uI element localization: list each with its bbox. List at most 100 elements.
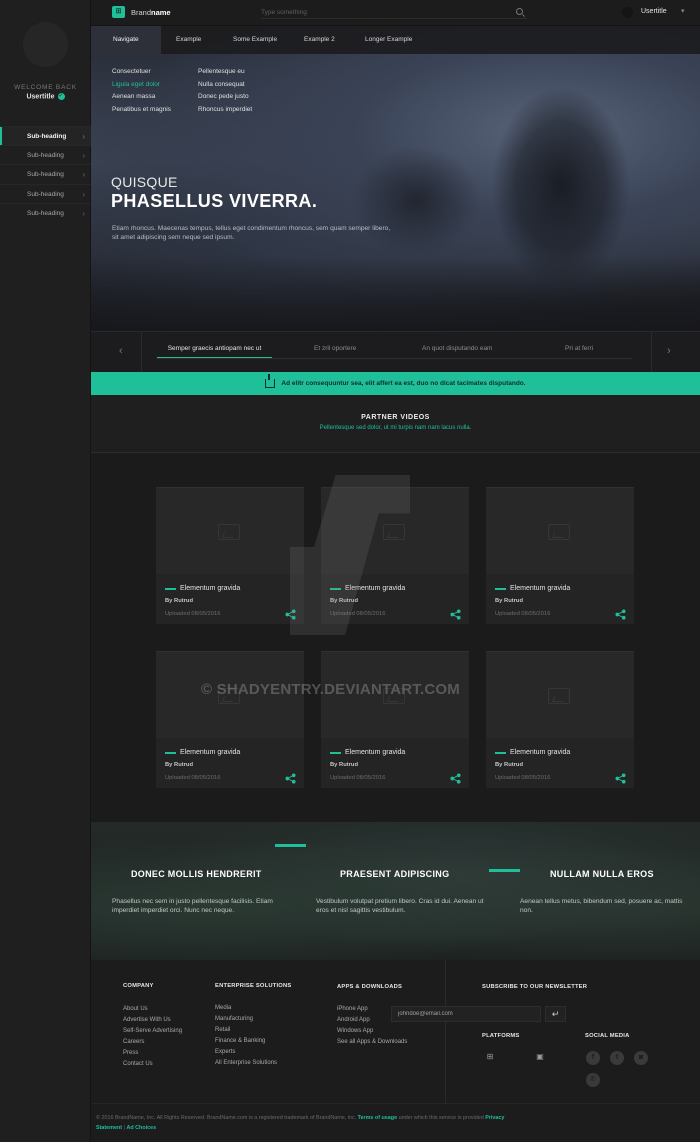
footer-link[interactable]: See all Apps & Downloads — [337, 1037, 407, 1048]
video-date: Uploaded 08/05/2016 — [165, 611, 221, 617]
twitter-icon[interactable]: t — [610, 1051, 624, 1065]
facebook-icon[interactable]: f — [586, 1051, 600, 1065]
apple-icon[interactable] — [509, 1051, 521, 1063]
dropdown-link[interactable]: Aenean massa — [112, 91, 171, 104]
slider-tab-3[interactable]: An quot disputando eam — [422, 345, 492, 358]
footer-link[interactable]: Retail — [215, 1025, 277, 1036]
brand-name[interactable]: Brandname — [131, 8, 171, 17]
chevron-left-icon[interactable]: ‹ — [119, 345, 123, 357]
footer-link[interactable]: Experts — [215, 1047, 277, 1058]
search-input[interactable] — [261, 7, 527, 19]
download-banner[interactable]: Ad elitr consequuntur sea, elit affert e… — [91, 372, 700, 395]
footer-link[interactable]: Careers — [123, 1037, 182, 1048]
footer-link[interactable]: Finance & Banking — [215, 1036, 277, 1047]
dropdown-link[interactable]: Nulla consequat — [198, 79, 252, 92]
footer-bottom-divider — [91, 1103, 700, 1104]
share-icon[interactable] — [450, 609, 461, 620]
video-card[interactable]: Elementum gravida By Rutrud Uploaded 08/… — [156, 487, 304, 624]
footer-link[interactable]: Advertise With Us — [123, 1015, 182, 1026]
feature-text: Vestibulum volutpat pretium libero. Cras… — [316, 898, 484, 914]
footer-link[interactable]: Manufacturing — [215, 1014, 277, 1025]
video-card[interactable]: Elementum gravida By Rutrud Uploaded 08/… — [486, 651, 634, 788]
video-title[interactable]: Elementum gravida — [510, 749, 570, 756]
video-thumbnail[interactable] — [486, 487, 634, 574]
terms-link[interactable]: Terms of usage — [358, 1115, 397, 1121]
sidebar-item-3[interactable]: Sub-heading › — [0, 164, 91, 183]
slider-tab-4[interactable]: Pri at ferri — [565, 345, 593, 358]
user-menu-name[interactable]: Usertitle — [641, 8, 667, 15]
brand-logo-icon[interactable]: ⊞ — [112, 6, 125, 18]
footer-heading: COMPANY — [123, 983, 154, 989]
nav-item-longer-example[interactable]: Longer Example — [365, 26, 412, 54]
ad-choices-link[interactable]: Ad Choices — [126, 1125, 156, 1131]
dropdown-link[interactable]: Donec pede justo — [198, 91, 252, 104]
slider-tab-2[interactable]: Et zril oportere — [314, 345, 356, 358]
dropdown-link[interactable]: Consectetuer — [112, 66, 171, 79]
search-icon[interactable] — [516, 8, 523, 15]
android-icon[interactable]: ▣ — [534, 1051, 546, 1063]
nav-item-navigate[interactable]: Navigate — [91, 26, 161, 54]
video-title[interactable]: Elementum gravida — [180, 585, 240, 592]
legal-separator: | — [123, 1125, 125, 1131]
hero-text: Etiam rhoncus. Maecenas tempus, tellus e… — [112, 225, 391, 241]
feature-title: NULLAM NULLA EROS — [550, 869, 654, 879]
video-thumbnail[interactable] — [156, 487, 304, 574]
footer-enterprise-links: Media Manufacturing Retail Finance & Ban… — [215, 1003, 277, 1069]
video-thumbnail[interactable] — [486, 651, 634, 738]
nav-item-example[interactable]: Example — [176, 26, 201, 54]
features-section: DONEC MOLLIS HENDRERIT Phasellus nec sem… — [91, 822, 700, 960]
slider-tab-1[interactable]: Semper graecis antiopam nec ut — [157, 345, 272, 358]
whatsapp-icon[interactable]: ✆ — [586, 1073, 600, 1087]
submit-arrow-icon[interactable]: ↵ — [545, 1006, 566, 1022]
feature-title: PRAESENT ADIPISCING — [340, 869, 450, 879]
avatar[interactable] — [23, 22, 68, 67]
legal-copyright: © 2016 BrandName, Inc. All Rights Reserv… — [96, 1115, 357, 1121]
sidebar-usertitle: Usertitle ✓ — [0, 93, 91, 100]
video-date: Uploaded 08/05/2016 — [165, 775, 221, 781]
hero-kicker: QUISQUE — [111, 174, 178, 190]
dropdown-link-active[interactable]: Ligula eget dolor — [112, 79, 171, 92]
windows-icon[interactable]: ⊞ — [484, 1051, 496, 1063]
share-icon[interactable] — [285, 773, 296, 784]
sidebar-item-4[interactable]: Sub-heading › — [0, 184, 91, 203]
dropdown-link[interactable]: Pellentesque eu — [198, 66, 252, 79]
footer-link[interactable]: Press — [123, 1048, 182, 1059]
footer-link[interactable]: About Us — [123, 1004, 182, 1015]
share-icon[interactable] — [615, 773, 626, 784]
chevron-down-icon[interactable]: ▾ — [681, 7, 685, 15]
footer-link[interactable]: Media — [215, 1003, 277, 1014]
nav-item-some-example[interactable]: Some Example — [233, 26, 277, 54]
legal-text: © 2016 BrandName, Inc. All Rights Reserv… — [96, 1113, 516, 1133]
newsletter-email-input[interactable] — [391, 1006, 541, 1022]
accent-dash — [165, 588, 176, 590]
brand-bold: name — [151, 8, 171, 17]
footer-link[interactable]: Windows App — [337, 1026, 407, 1037]
video-title[interactable]: Elementum gravida — [510, 585, 570, 592]
video-card[interactable]: Elementum gravida By Rutrud Uploaded 08/… — [321, 651, 469, 788]
footer-link[interactable]: Self-Serve Advertising — [123, 1026, 182, 1037]
nav-item-example-2[interactable]: Example 2 — [304, 26, 335, 54]
video-title[interactable]: Elementum gravida — [345, 749, 405, 756]
sidebar-item-2[interactable]: Sub-heading › — [0, 145, 91, 164]
footer-link[interactable]: All Enterprise Solutions — [215, 1058, 277, 1069]
sidebar-item-1[interactable]: Sub-heading › — [0, 126, 91, 146]
footer-heading: APPS & DOWNLOADS — [337, 984, 403, 990]
share-icon[interactable] — [615, 609, 626, 620]
usertitle-text: Usertitle — [26, 93, 55, 101]
section-title: PARTNER VIDEOS — [361, 414, 430, 421]
nav-dropdown-col-2: Pellentesque eu Nulla consequat Donec pe… — [198, 66, 252, 116]
video-title[interactable]: Elementum gravida — [180, 749, 240, 756]
video-date: Uploaded 08/05/2016 — [330, 775, 386, 781]
instagram-icon[interactable]: ◙ — [634, 1051, 648, 1065]
chevron-right-icon[interactable]: › — [667, 345, 671, 357]
video-author: By Rutrud — [330, 762, 359, 768]
dropdown-link[interactable]: Penatibus et magnis — [112, 104, 171, 117]
video-card[interactable]: Elementum gravida By Rutrud Uploaded 08/… — [156, 651, 304, 788]
dropdown-link[interactable]: Rhoncus imperdiet — [198, 104, 252, 117]
user-avatar[interactable] — [622, 7, 633, 18]
sidebar-item-5[interactable]: Sub-heading › — [0, 203, 91, 222]
video-card[interactable]: Elementum gravida By Rutrud Uploaded 08/… — [486, 487, 634, 624]
legal-continuation: under which this service is provided — [398, 1115, 484, 1121]
share-icon[interactable] — [450, 773, 461, 784]
footer-link[interactable]: Contact Us — [123, 1059, 182, 1070]
